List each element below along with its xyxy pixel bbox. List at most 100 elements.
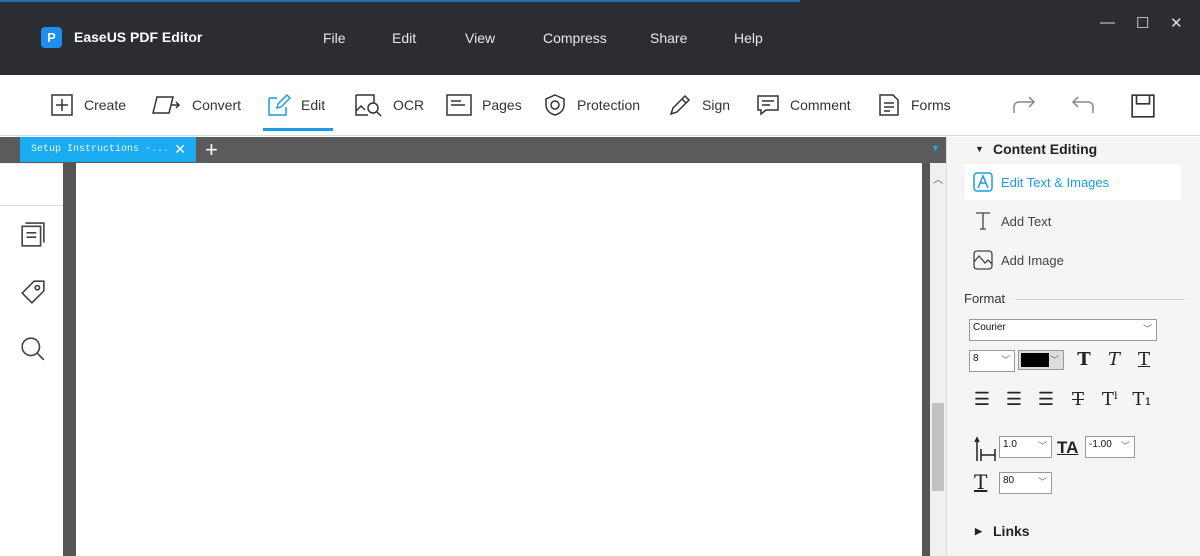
menu-view[interactable]: View: [465, 30, 495, 46]
caret-down-icon: ▼: [975, 144, 984, 154]
text-t-icon: [976, 212, 990, 230]
create-label: Create: [84, 97, 127, 113]
ocr-label: OCR: [393, 97, 425, 113]
caret-right-icon: ▶: [975, 526, 982, 536]
document-viewer: [63, 163, 930, 556]
forms-icon: [879, 94, 899, 116]
app-title: EaseUS PDF Editor: [74, 29, 203, 45]
active-tab-indicator: [263, 128, 333, 131]
format-label: Format: [964, 291, 1006, 306]
sign-label: Sign: [702, 97, 731, 113]
char-spacing-select[interactable]: -1.00 ﹀: [1085, 436, 1135, 458]
align-right-button[interactable]: ☰: [1031, 389, 1061, 410]
comment-icon: [757, 95, 779, 116]
comment-button[interactable]: Comment: [756, 93, 851, 117]
forms-button[interactable]: Forms: [877, 93, 951, 117]
convert-icon: [152, 96, 181, 114]
thumbnails-icon[interactable]: [20, 222, 46, 248]
pages-button[interactable]: Pages: [446, 93, 522, 117]
chevron-down-icon: ﹀: [1120, 441, 1130, 451]
maximize-button[interactable]: ☐: [1136, 14, 1149, 32]
menu-help[interactable]: Help: [734, 30, 763, 46]
italic-button[interactable]: T: [1099, 349, 1129, 370]
add-image-label: Add Image: [1001, 252, 1064, 268]
main-toolbar: Create Convert Edit OCR Pages Protection…: [0, 75, 1200, 136]
save-icon[interactable]: [1130, 93, 1156, 119]
font-color-picker[interactable]: ﹀: [1018, 350, 1064, 370]
image-icon: [973, 250, 993, 270]
content-editing-header[interactable]: ▼ Content Editing: [975, 141, 1098, 157]
minimize-button[interactable]: —: [1100, 14, 1115, 31]
line-spacing-select[interactable]: 1.0 ﹀: [999, 436, 1052, 458]
convert-label: Convert: [192, 97, 242, 113]
pages-label: Pages: [482, 97, 522, 113]
line-spacing-value: 1.0: [1003, 439, 1017, 450]
strikethrough-button[interactable]: T: [1063, 389, 1093, 410]
menu-file[interactable]: File: [323, 30, 346, 46]
edit-pencil-icon: [268, 93, 291, 116]
add-image-button[interactable]: Add Image: [965, 242, 1181, 278]
links-header[interactable]: ▶ Links: [975, 523, 1030, 539]
scale-select[interactable]: 80 ﹀: [999, 472, 1052, 494]
font-select[interactable]: Courier ﹀: [969, 319, 1157, 341]
add-text-label: Add Text: [1001, 213, 1052, 229]
menu-edit[interactable]: Edit: [392, 30, 416, 46]
menu-compress[interactable]: Compress: [543, 30, 607, 46]
redo-icon[interactable]: [1012, 95, 1036, 115]
subscript-button[interactable]: T₁: [1127, 389, 1157, 410]
search-icon[interactable]: [20, 336, 46, 362]
bold-button[interactable]: T: [1069, 349, 1099, 370]
pen-icon: [669, 94, 691, 116]
add-text-button[interactable]: Add Text: [965, 203, 1181, 239]
ocr-button[interactable]: OCR: [353, 93, 424, 117]
content-editing-title: Content Editing: [993, 141, 1098, 157]
shield-icon: [545, 94, 565, 116]
align-center-button[interactable]: ☰: [999, 389, 1029, 410]
underline-button[interactable]: T: [1129, 349, 1159, 370]
edit-label: Edit: [301, 97, 326, 113]
divider: [1015, 299, 1185, 300]
plus-box-icon: [51, 94, 73, 116]
scrollbar-thumb[interactable]: [932, 403, 944, 491]
scroll-up-icon[interactable]: ︿: [930, 171, 946, 186]
top-accent-line: [0, 0, 800, 2]
create-button[interactable]: Create: [50, 93, 126, 117]
app-logo-icon: P: [41, 27, 62, 48]
menu-share[interactable]: Share: [650, 30, 687, 46]
pages-icon: [446, 94, 472, 116]
pdf-page[interactable]: [76, 163, 922, 556]
font-size-select[interactable]: 8 ﹀: [969, 350, 1015, 372]
ocr-icon: [355, 94, 382, 117]
edit-button[interactable]: Edit: [267, 93, 325, 117]
title-bar: P EaseUS PDF Editor File Edit View Compr…: [0, 0, 1200, 75]
bookmark-tag-icon[interactable]: [20, 279, 46, 305]
scale-icon: T: [974, 470, 988, 494]
vertical-scrollbar[interactable]: ︿: [930, 163, 946, 556]
char-spacing-icon: TA: [1057, 438, 1079, 457]
document-tab[interactable]: Setup Instructions -... ✕: [20, 137, 196, 162]
char-spacing-value: -1.00: [1089, 439, 1112, 450]
protection-label: Protection: [577, 97, 641, 113]
close-tab-icon[interactable]: ✕: [174, 137, 186, 162]
right-panel: ▼ Content Editing Edit Text & Images Add …: [946, 137, 1200, 556]
chevron-down-icon: ﹀: [1037, 477, 1047, 487]
add-tab-button[interactable]: +: [205, 137, 218, 163]
superscript-button[interactable]: Tˡ: [1095, 389, 1125, 410]
undo-icon[interactable]: [1071, 95, 1095, 115]
line-spacing-icon: [974, 436, 996, 461]
sign-button[interactable]: Sign: [668, 93, 730, 117]
edit-text-images-label: Edit Text & Images: [1001, 174, 1110, 190]
scale-value: 80: [1003, 475, 1015, 486]
comment-label: Comment: [790, 97, 851, 113]
tab-label: Setup Instructions -...: [31, 144, 170, 155]
forms-label: Forms: [911, 97, 951, 113]
close-window-button[interactable]: ✕: [1170, 14, 1183, 32]
protection-button[interactable]: Protection: [543, 93, 640, 117]
document-tab-strip: Setup Instructions -... ✕ + ▼: [0, 137, 946, 163]
chevron-down-icon: ﹀: [1000, 355, 1010, 365]
align-left-button[interactable]: ☰: [967, 389, 997, 410]
chevron-down-icon: ﹀: [1142, 324, 1152, 334]
edit-text-images-button[interactable]: Edit Text & Images: [965, 164, 1181, 200]
convert-button[interactable]: Convert: [150, 93, 241, 117]
tab-dropdown-icon[interactable]: ▼: [931, 143, 940, 153]
